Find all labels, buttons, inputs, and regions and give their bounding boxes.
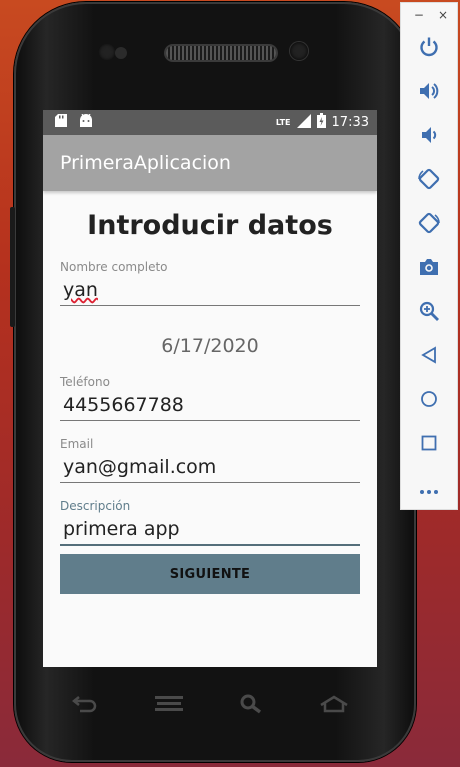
back-button[interactable]: [401, 335, 457, 379]
home-icon: [420, 390, 438, 412]
phone-field[interactable]: Teléfono 4455667788: [60, 375, 360, 421]
rotate-right-icon: [417, 211, 441, 239]
next-button[interactable]: SIGUIENTE: [60, 554, 360, 594]
volume-down-icon: [419, 125, 439, 149]
volume-down-button[interactable]: [401, 115, 457, 159]
menu-icon[interactable]: [154, 695, 183, 713]
power-icon: [418, 36, 440, 62]
signal-icon: [296, 113, 311, 132]
phone-input[interactable]: 4455667788: [60, 390, 360, 421]
date-display[interactable]: 6/17/2020: [60, 333, 360, 359]
form-heading: Introducir datos: [87, 210, 333, 241]
device-screen: LTE 17:33 PrimeraAplicacion Introducir d…: [43, 110, 377, 667]
email-input[interactable]: yan@gmail.com: [60, 452, 360, 483]
clock: 17:33: [331, 115, 369, 130]
window-controls: − ×: [401, 3, 457, 27]
name-value: yan: [63, 279, 98, 301]
overview-button[interactable]: [401, 423, 457, 467]
home-button[interactable]: [401, 379, 457, 423]
more-icon: [419, 480, 439, 499]
back-icon[interactable]: [71, 695, 98, 713]
minimize-button[interactable]: −: [414, 8, 424, 22]
rotate-right-button[interactable]: [401, 203, 457, 247]
lte-label: LTE: [275, 118, 291, 127]
description-input[interactable]: primera app: [60, 514, 360, 546]
more-button[interactable]: [401, 467, 457, 511]
name-label: Nombre completo: [60, 260, 168, 274]
app-bar: PrimeraAplicacion: [43, 135, 377, 191]
sd-card-icon: [55, 114, 67, 131]
android-icon: [79, 113, 93, 131]
home-icon[interactable]: [319, 695, 349, 713]
side-button: [10, 207, 15, 327]
email-field[interactable]: Email yan@gmail.com: [60, 437, 360, 483]
description-label: Descripción: [60, 499, 131, 513]
earpiece-speaker: [166, 46, 276, 60]
battery-icon: [316, 113, 326, 132]
front-camera: [290, 42, 308, 60]
back-icon: [420, 346, 438, 368]
emulator-toolbar: − ×: [400, 2, 458, 510]
description-field[interactable]: Descripción primera app: [60, 499, 360, 546]
phone-label: Teléfono: [60, 375, 110, 389]
screenshot-button[interactable]: [401, 247, 457, 291]
app-title: PrimeraAplicacion: [60, 152, 231, 174]
volume-up-button[interactable]: [401, 71, 457, 115]
phone-nav-keys: [43, 686, 377, 722]
name-field[interactable]: Nombre completo yan: [60, 260, 360, 306]
rotate-left-icon: [417, 167, 441, 195]
front-sensor-2: [115, 47, 127, 59]
rotate-left-button[interactable]: [401, 159, 457, 203]
camera-icon: [418, 257, 440, 281]
close-button[interactable]: ×: [438, 8, 448, 22]
email-label: Email: [60, 437, 94, 451]
power-button[interactable]: [401, 27, 457, 71]
front-sensor: [98, 43, 116, 61]
zoom-button[interactable]: [401, 291, 457, 335]
zoom-icon: [418, 300, 440, 326]
status-bar: LTE 17:33: [43, 110, 377, 135]
name-input[interactable]: yan: [60, 275, 360, 306]
search-icon[interactable]: [240, 694, 262, 714]
volume-up-icon: [418, 81, 440, 105]
form: Introducir datos Nombre completo yan 6/1…: [43, 208, 377, 594]
overview-icon: [421, 435, 437, 455]
